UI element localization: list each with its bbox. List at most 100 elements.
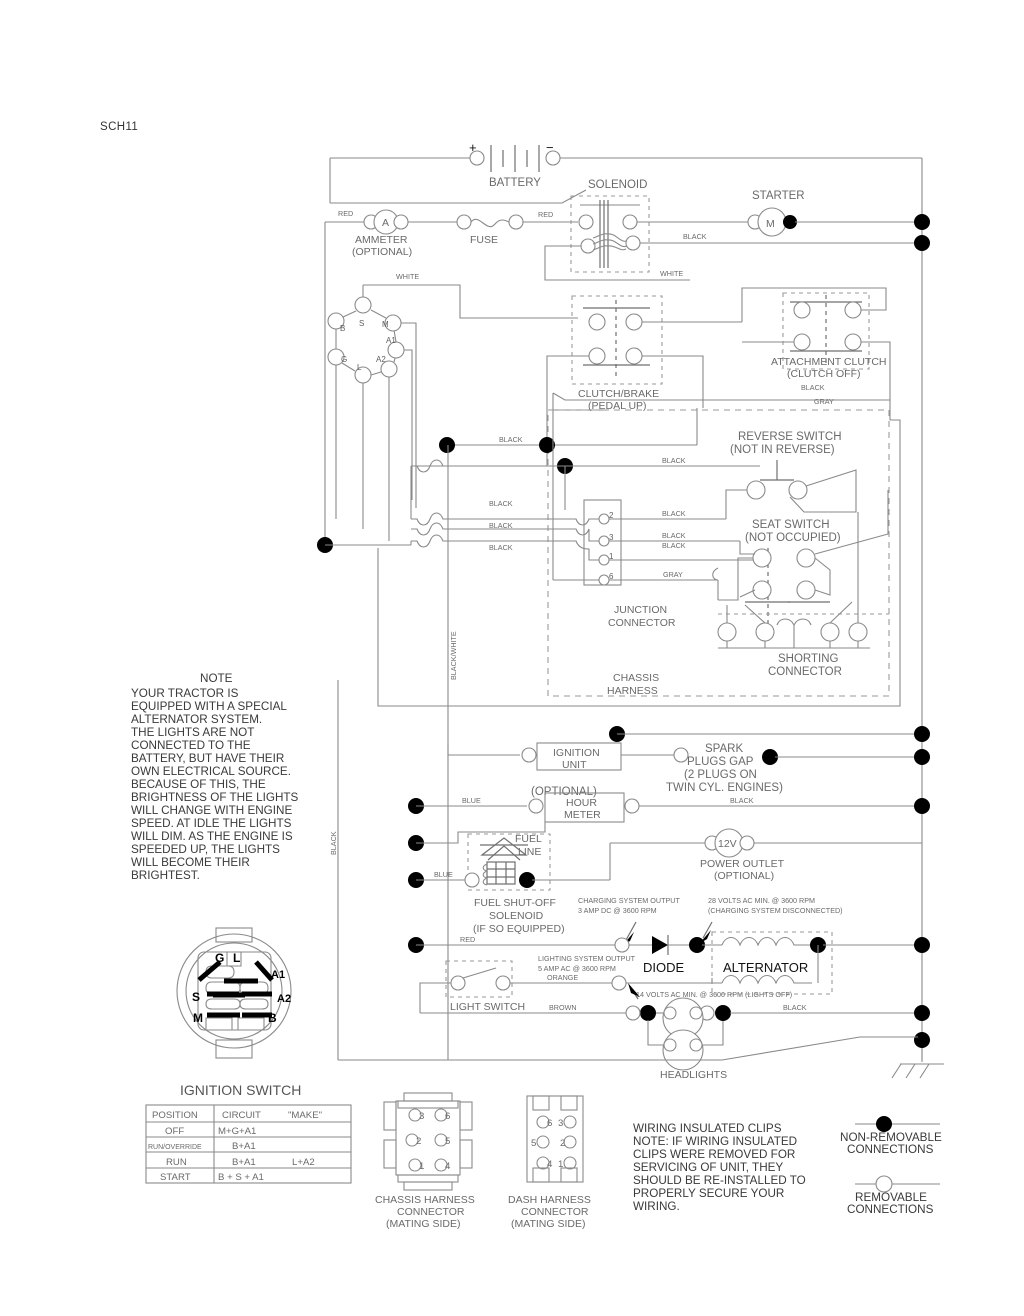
chassis-connector-line2: CONNECTOR (397, 1206, 465, 1218)
table-row-0-circuit: M+G+A1 (218, 1126, 256, 1137)
clutch-brake-term-3 (588, 347, 606, 365)
solenoid-group: SOLENOID WHITE BLACK (544, 179, 922, 281)
spark-plugs-line3: (2 PLUGS ON (684, 769, 757, 781)
junction-pin-1 (598, 554, 610, 566)
annotation-charging-2: 3 AMP DC @ 3600 RPM (578, 906, 657, 915)
dash-pin-3: 3 (558, 1118, 563, 1129)
ign-label-m: M (382, 320, 389, 329)
switch-position-table: POSITION CIRCUIT "MAKE" OFF M+G+A1 RUN/O… (145, 1104, 352, 1184)
wire-label-black-b2: BLACK (662, 456, 686, 465)
ign-label-g: G (341, 355, 347, 364)
hour-meter-left-terminal (528, 798, 544, 814)
wire-label-gray-ac: GRAY (814, 397, 834, 406)
legend-block: NON-REMOVABLE CONNECTIONS REMOVABLE CONN… (840, 1116, 942, 1216)
diode-left-terminal (614, 937, 630, 953)
ignition-switch-schematic: WHITE S B G L A2 A1 M (327, 272, 578, 541)
note-line-10: SPEED. AT IDLE THE LIGHTS (131, 817, 292, 830)
wire-label-black-ac: BLACK (801, 383, 825, 392)
fuse-right-terminal (508, 214, 524, 230)
dash-pin-4: 4 (547, 1159, 553, 1170)
note-line-13: WILL BECOME THEIR (131, 856, 250, 869)
annotation-ac-1: 28 VOLTS AC MIN. @ 3600 RPM (708, 896, 815, 905)
chassis-pin-6: 6 (445, 1111, 450, 1122)
starter-label: STARTER (752, 190, 805, 202)
wire-label-blue-1: BLUE (462, 796, 481, 805)
seat-switch-term-3 (752, 580, 772, 600)
dash-connector-line2: CONNECTOR (521, 1206, 589, 1218)
note-line-6: OWN ELECTRICAL SOURCE. (131, 765, 291, 778)
junction-pin-6 (598, 574, 610, 586)
headlights-label: HEADLIGHTS (660, 1069, 727, 1081)
ignition-unit-line1: IGNITION (553, 747, 600, 759)
wire-label-blue-2: BLUE (434, 870, 453, 879)
table-row-2-position: RUN (166, 1157, 187, 1168)
note-line-8: BRIGHTNESS OF THE LIGHTS (131, 791, 299, 804)
table-row-0-position: OFF (165, 1126, 184, 1137)
attachment-clutch-sublabel: (CLUTCH OFF) (787, 368, 861, 380)
dash-harness-connector: 6 3 5 2 4 1 DASH HARNESS CONNECTOR (MATI… (508, 1095, 591, 1230)
wire-label-black-b5: BLACK (489, 543, 513, 552)
dash-pin-5: 5 (531, 1138, 536, 1149)
bus-node-7 (914, 1005, 930, 1021)
bus-node-1 (914, 214, 930, 230)
wire-label-black-b1: BLACK (499, 435, 523, 444)
wire-label-black-j2: BLACK (662, 509, 686, 518)
dash-connector-line1: DASH HARNESS (508, 1194, 591, 1206)
dash-connector-line3: (MATING SIDE) (511, 1218, 585, 1230)
fuel-solenoid-group: FUEL LINE BLUE FUEL SHUT-OFF SOLENOID (I… (408, 822, 610, 935)
junction-connector-line1: JUNCTION (614, 604, 667, 616)
bus-node-4 (914, 749, 930, 765)
wire-label-white-2: WHITE (660, 269, 683, 278)
wire-label-orange: ORANGE (547, 973, 578, 982)
chassis-pin-1: 1 (419, 1161, 424, 1172)
ign-face-label-a1: A1 (271, 969, 285, 981)
bus-node-5 (914, 798, 930, 814)
wire-label-white-1: WHITE (396, 272, 419, 281)
note-line-0: YOUR TRACTOR IS (131, 687, 239, 700)
clips-note-line-6: WIRING. (633, 1200, 680, 1213)
battery-label: BATTERY (489, 177, 541, 189)
ammeter-sublabel: (OPTIONAL) (352, 246, 412, 258)
note-line-1: EQUIPPED WITH A SPECIAL (131, 700, 287, 713)
headlight-right-node (640, 1005, 656, 1021)
reverse-switch-term-2 (788, 480, 808, 500)
attachment-clutch-term-4 (844, 333, 862, 351)
chassis-harness-connector: 3 6 2 5 1 4 CHASSIS HARNESS CONNECTOR (M… (375, 1092, 475, 1230)
fuse-label: FUSE (470, 234, 498, 246)
note-title: NOTE (200, 672, 233, 685)
ignition-unit-line2: UNIT (562, 759, 587, 771)
legend-nonremovable-symbol (876, 1116, 892, 1132)
reverse-switch-label: REVERSE SWITCH (738, 431, 842, 443)
solenoid-terminal-a (578, 214, 594, 230)
chassis-harness-line2: HARNESS (607, 685, 658, 697)
ign-face-label-s: S (192, 990, 200, 1004)
ign-face-label-m: M (193, 1011, 203, 1025)
note-line-3: THE LIGHTS ARE NOT (131, 726, 254, 739)
seat-switch-group: SEAT SWITCH (NOT OCCUPIED) (712, 490, 889, 626)
annotation-lighting-1: LIGHTING SYSTEM OUTPUT (538, 954, 636, 963)
dash-pin-6: 6 (547, 1118, 552, 1129)
shorting-term-1 (717, 622, 737, 642)
legend-removable-2: CONNECTIONS (847, 1203, 934, 1216)
battery-neg-terminal (545, 150, 561, 166)
ground-group (338, 1032, 944, 1079)
table-row-1-position: RUN/OVERRIDE (148, 1144, 202, 1151)
note-line-9: WILL CHANGE WITH ENGINE (131, 804, 292, 817)
clutch-brake-term-4 (625, 347, 643, 365)
junction-connector-group: 2 3 1 6 JUNCTION CONNECTOR BLACK BLACK B… (552, 410, 755, 629)
reverse-switch-term-1 (746, 480, 766, 500)
hour-meter-line1: HOUR (566, 797, 597, 809)
orange-terminal (611, 975, 627, 991)
chassis-connector-line1: CHASSIS HARNESS (375, 1194, 475, 1206)
power-outlet-group: 12V POWER OUTLET (OPTIONAL) (609, 828, 922, 882)
wire-label-gray-j6: GRAY (663, 570, 683, 579)
table-row-1-circuit: B+A1 (232, 1141, 256, 1152)
fuse-left-terminal (456, 214, 472, 230)
wire-label-red-3: RED (460, 935, 475, 944)
clips-note-line-1: NOTE: IF WIRING INSULATED (633, 1135, 797, 1148)
solenoid-terminal-c (580, 238, 596, 254)
ign-term-s (354, 296, 372, 314)
fuel-solenoid-line2: SOLENOID (489, 910, 544, 922)
solenoid-label: SOLENOID (588, 179, 647, 191)
hour-meter-right-terminal (624, 798, 640, 814)
